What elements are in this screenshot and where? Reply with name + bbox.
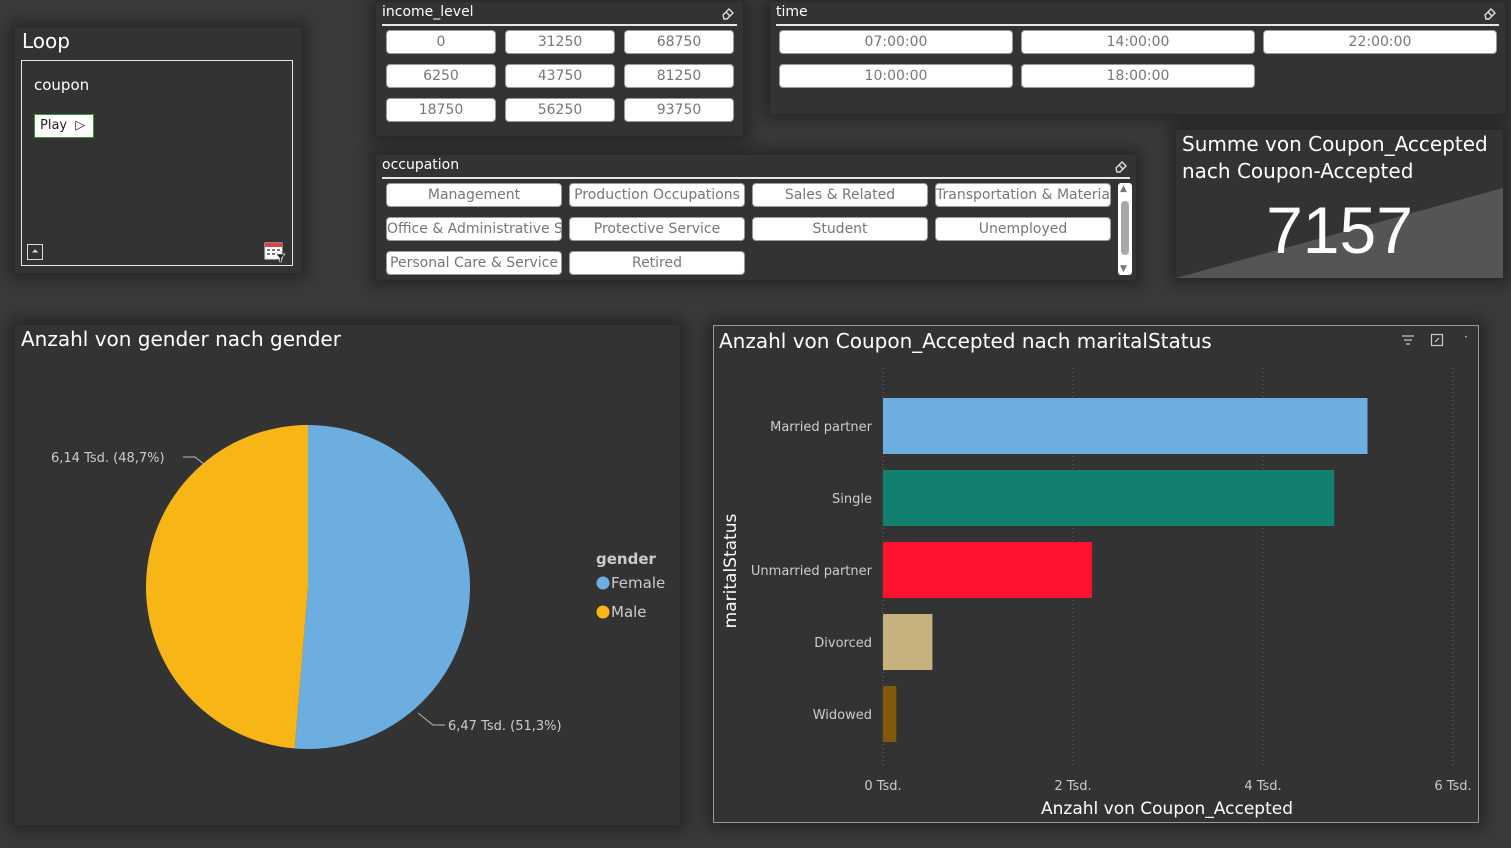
legend-label-male[interactable]: Male [611, 603, 647, 621]
income-level-tile[interactable]: 0 [386, 30, 496, 54]
income-level-tile[interactable]: 93750 [624, 98, 734, 122]
calendar-filter-icon[interactable] [264, 241, 286, 263]
occupation-slicer: occupation Management Production Occupati… [376, 155, 1136, 280]
pie-chart-panel: Anzahl von gender nach gender 6,14 Tsd. … [15, 325, 680, 825]
occupation-tile[interactable]: Office & Administrative S [386, 217, 562, 241]
legend-title: gender [596, 550, 657, 568]
bar-married-partner[interactable] [883, 398, 1368, 454]
occupation-tile[interactable]: Sales & Related [752, 183, 928, 207]
legend-label-female[interactable]: Female [611, 574, 665, 592]
occupation-tile[interactable]: Student [752, 217, 928, 241]
y-category-label: Married partner [770, 420, 873, 435]
y-category-label: Widowed [813, 708, 872, 723]
occupation-title: occupation [382, 157, 460, 173]
loop-panel: Loop coupon Play ▷ ⏶ [15, 28, 301, 273]
income-level-tile[interactable]: 31250 [505, 30, 615, 54]
occupation-tile[interactable]: Transportation & Materia [935, 183, 1111, 207]
y-category-label: Single [832, 492, 872, 507]
time-tile[interactable]: 22:00:00 [1263, 30, 1497, 54]
y-category-label: Divorced [814, 636, 872, 651]
collapse-up-icon[interactable]: ⏶ [27, 244, 43, 260]
occupation-tile[interactable]: Production Occupations [569, 183, 745, 207]
male-data-label: 6,14 Tsd. (48,7%) [51, 451, 165, 466]
kpi-title-line1: Summe von Coupon_Accepted [1182, 132, 1488, 156]
income-level-tile[interactable]: 56250 [505, 98, 615, 122]
bar-single[interactable] [883, 470, 1335, 526]
play-button[interactable]: Play ▷ [34, 114, 94, 138]
income-level-tile[interactable]: 6250 [386, 64, 496, 88]
income-level-tile[interactable]: 43750 [505, 64, 615, 88]
kpi-title-line2: nach Coupon-Accepted [1182, 159, 1414, 183]
occupation-tile[interactable]: Personal Care & Service [386, 251, 562, 275]
female-leader-line [417, 712, 445, 726]
kpi-card: Summe von Coupon_Accepted nach Coupon-Ac… [1176, 130, 1503, 278]
loop-title: Loop [22, 29, 70, 53]
time-title: time [776, 4, 808, 20]
scroll-up-icon[interactable]: ▲ [1120, 184, 1127, 194]
occupation-tile[interactable]: Protective Service [569, 217, 745, 241]
eraser-icon[interactable] [1114, 159, 1128, 173]
time-tile[interactable]: 07:00:00 [779, 30, 1013, 54]
scroll-down-icon[interactable]: ▼ [1120, 264, 1127, 274]
occupation-scrollbar[interactable]: ▲ ▼ [1118, 183, 1132, 275]
play-label: Play [40, 118, 68, 133]
pie-slice-male[interactable] [145, 425, 308, 749]
income-level-title: income_level [382, 4, 474, 20]
pie-slice-female[interactable] [294, 425, 470, 749]
occupation-tile[interactable]: Unemployed [935, 217, 1111, 241]
scroll-thumb[interactable] [1121, 201, 1129, 255]
x-tick-label: 2 Tsd. [1054, 779, 1091, 794]
loop-box: coupon Play ▷ ⏶ [21, 60, 293, 266]
legend-marker-female [596, 576, 610, 590]
y-axis-label: maritalStatus [721, 514, 741, 629]
play-icon: ▷ [75, 118, 86, 133]
bar-unmarried-partner[interactable] [883, 542, 1092, 598]
time-header: time [776, 4, 1499, 26]
income-level-slicer: income_level 0 31250 68750 6250 43750 81250 18… [376, 2, 743, 136]
time-slicer: time 07:00:00 14:00:00 22:00:00 10:00:00 18:… [770, 2, 1505, 114]
bar-chart: Married partner Single Unmarried partner Di… [721, 368, 1472, 819]
eraser-icon[interactable] [721, 6, 735, 20]
x-tick-label: 6 Tsd. [1434, 779, 1471, 794]
income-level-tile[interactable]: 18750 [386, 98, 496, 122]
occupation-tile[interactable]: Retired [569, 251, 745, 275]
time-tile[interactable]: 14:00:00 [1021, 30, 1255, 54]
female-data-label: 6,47 Tsd. (51,3%) [448, 719, 562, 734]
x-axis-label: Anzahl von Coupon_Accepted [1041, 799, 1293, 819]
pie-chart: 6,14 Tsd. (48,7%) 6,47 Tsd. (51,3%) gend… [51, 425, 665, 749]
bar-chart-panel: Anzahl von Coupon_Accepted nach maritalS… [713, 325, 1479, 823]
income-level-tile[interactable]: 81250 [624, 64, 734, 88]
eraser-icon[interactable] [1483, 6, 1497, 20]
kpi-value: 7157 [1266, 193, 1413, 267]
time-tile[interactable]: 18:00:00 [1021, 64, 1255, 88]
x-tick-label: 0 Tsd. [864, 779, 901, 794]
time-tile[interactable]: 10:00:00 [779, 64, 1013, 88]
legend-marker-male [596, 605, 610, 619]
bar-widowed[interactable] [883, 686, 897, 742]
occupation-header: occupation [382, 157, 1130, 179]
bar-divorced[interactable] [883, 614, 933, 670]
income-level-tile[interactable]: 68750 [624, 30, 734, 54]
occupation-tile[interactable]: Management [386, 183, 562, 207]
pie-legend: Female Male [596, 574, 665, 621]
x-tick-label: 4 Tsd. [1244, 779, 1281, 794]
male-leader-line [183, 456, 206, 466]
loop-field-label: coupon [34, 76, 90, 94]
income-level-header: income_level [382, 4, 737, 26]
y-category-label: Unmarried partner [751, 564, 873, 579]
